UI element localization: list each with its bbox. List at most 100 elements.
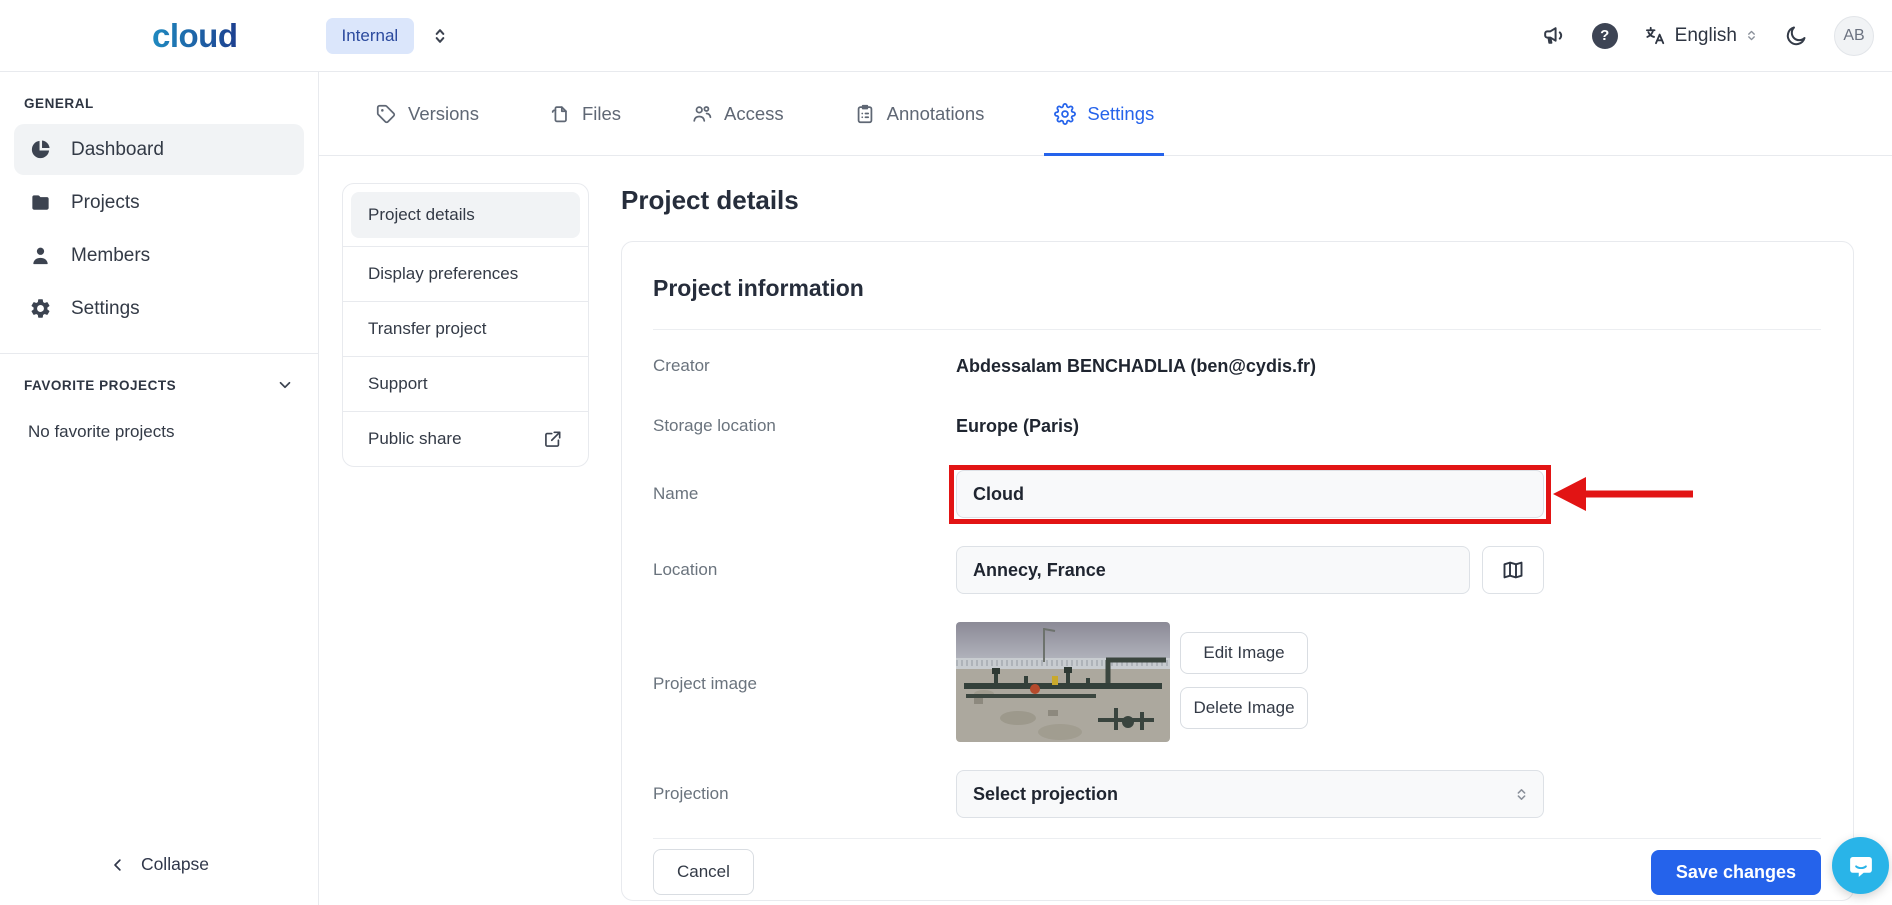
creator-row: Creator Abdessalam BENCHADLIA (ben@cydis…: [653, 354, 1821, 378]
menu-item-label: Transfer project: [368, 319, 486, 339]
menu-item-transfer-project[interactable]: Transfer project: [343, 301, 588, 356]
file-icon: [549, 103, 571, 125]
tab-label: Settings: [1087, 103, 1154, 125]
location-input[interactable]: [956, 546, 1470, 594]
tab-label: Access: [724, 103, 784, 125]
divider: [653, 329, 1821, 330]
megaphone-icon: [1541, 23, 1566, 48]
menu-item-display-preferences[interactable]: Display preferences: [343, 246, 588, 301]
sidebar-item-settings[interactable]: Settings: [14, 283, 304, 334]
language-label: English: [1675, 25, 1737, 47]
workspace-badge[interactable]: Internal: [326, 18, 415, 54]
project-image-label: Project image: [653, 674, 956, 694]
favorites-title: FAVORITE PROJECTS: [24, 378, 176, 393]
language-selector[interactable]: English: [1644, 24, 1758, 47]
save-changes-button[interactable]: Save changes: [1651, 850, 1821, 895]
tab-label: Annotations: [887, 103, 985, 125]
external-link-icon: [543, 429, 563, 449]
tab-access[interactable]: Access: [685, 72, 790, 155]
user-avatar[interactable]: AB: [1834, 16, 1874, 56]
menu-item-support[interactable]: Support: [343, 356, 588, 411]
tag-icon: [375, 103, 397, 125]
up-down-chevrons-icon: [430, 26, 450, 46]
sidebar-item-members[interactable]: Members: [14, 230, 304, 281]
main-area: Versions Files Access Annotations: [319, 72, 1892, 905]
storage-location-value: Europe (Paris): [956, 416, 1821, 437]
project-name-input[interactable]: [956, 470, 1544, 518]
open-map-button[interactable]: [1482, 546, 1544, 594]
sidebar-item-projects[interactable]: Projects: [14, 177, 304, 228]
projection-select-value: Select projection: [973, 784, 1118, 805]
projection-label: Projection: [653, 784, 956, 804]
sidebar-item-dashboard[interactable]: Dashboard: [14, 124, 304, 175]
favorites-empty-text: No favorite projects: [28, 422, 318, 442]
help-button[interactable]: ?: [1592, 23, 1618, 49]
storage-location-row: Storage location Europe (Paris): [653, 414, 1821, 438]
annotation-arrow: [1553, 477, 1693, 511]
location-label: Location: [653, 560, 956, 580]
topbar-actions: ? English AB: [1541, 16, 1874, 56]
chevron-down-icon[interactable]: [276, 376, 294, 394]
chat-widget-button[interactable]: [1832, 837, 1889, 894]
clipboard-icon: [854, 103, 876, 125]
tab-label: Files: [582, 103, 621, 125]
sidebar-item-label: Members: [71, 245, 150, 267]
person-icon: [29, 244, 52, 267]
creator-value: Abdessalam BENCHADLIA (ben@cydis.fr): [956, 356, 1821, 377]
workspace-switcher-button[interactable]: [430, 26, 450, 46]
dark-mode-toggle[interactable]: [1784, 24, 1808, 48]
location-row: Location: [653, 546, 1821, 594]
project-image-thumbnail: [956, 622, 1170, 742]
storage-location-label: Storage location: [653, 416, 956, 436]
translate-icon: [1644, 24, 1667, 47]
name-label: Name: [653, 484, 956, 504]
general-title: GENERAL: [24, 96, 94, 111]
sidebar-item-label: Dashboard: [71, 139, 164, 161]
tab-label: Versions: [408, 103, 479, 125]
tab-files[interactable]: Files: [543, 72, 627, 155]
card-footer: Cancel Save changes: [653, 839, 1821, 905]
sidebar-section-favorites: FAVORITE PROJECTS: [24, 376, 294, 394]
map-icon: [1501, 558, 1525, 582]
chat-bubble-icon: [1846, 851, 1876, 881]
menu-item-public-share[interactable]: Public share: [343, 411, 588, 466]
sidebar-divider: [0, 353, 318, 354]
project-tabs: Versions Files Access Annotations: [319, 72, 1892, 156]
sidebar-section-general: GENERAL: [24, 96, 294, 111]
gear-icon: [1054, 103, 1076, 125]
menu-item-label: Public share: [368, 429, 462, 449]
edit-image-button[interactable]: Edit Image: [1180, 632, 1308, 674]
tab-annotations[interactable]: Annotations: [848, 72, 991, 155]
sidebar-item-label: Projects: [71, 192, 140, 214]
moon-icon: [1784, 24, 1808, 48]
help-glyph: ?: [1600, 27, 1609, 44]
menu-item-project-details[interactable]: Project details: [351, 192, 580, 238]
settings-submenu: Project details Display preferences Tran…: [342, 183, 589, 467]
tab-settings[interactable]: Settings: [1048, 72, 1160, 155]
projection-select[interactable]: Select projection: [956, 770, 1544, 818]
project-image-row: Project image: [653, 622, 1821, 742]
cancel-button[interactable]: Cancel: [653, 849, 754, 895]
pie-chart-icon: [29, 138, 52, 161]
tab-versions[interactable]: Versions: [369, 72, 485, 155]
delete-image-button[interactable]: Delete Image: [1180, 687, 1308, 729]
app-logo: cloud: [152, 17, 238, 55]
collapse-sidebar-button[interactable]: Collapse: [0, 828, 318, 905]
gear-icon: [29, 297, 52, 320]
folder-icon: [29, 191, 52, 214]
up-down-chevrons-icon: [1514, 787, 1529, 802]
people-icon: [691, 103, 713, 125]
up-down-chevrons-icon: [1745, 29, 1758, 42]
menu-item-label: Support: [368, 374, 428, 394]
top-bar: cloud Internal ? English: [0, 0, 1892, 72]
card-title: Project information: [653, 275, 1821, 302]
page-title: Project details: [621, 185, 1854, 216]
chevron-left-icon: [109, 856, 127, 874]
menu-item-label: Project details: [368, 205, 475, 225]
creator-label: Creator: [653, 356, 956, 376]
sidebar-item-label: Settings: [71, 298, 140, 320]
announcements-button[interactable]: [1541, 23, 1566, 48]
name-row: Name: [653, 470, 1821, 518]
menu-item-label: Display preferences: [368, 264, 518, 284]
sidebar: GENERAL Dashboard Projects Members Setti…: [0, 72, 319, 905]
